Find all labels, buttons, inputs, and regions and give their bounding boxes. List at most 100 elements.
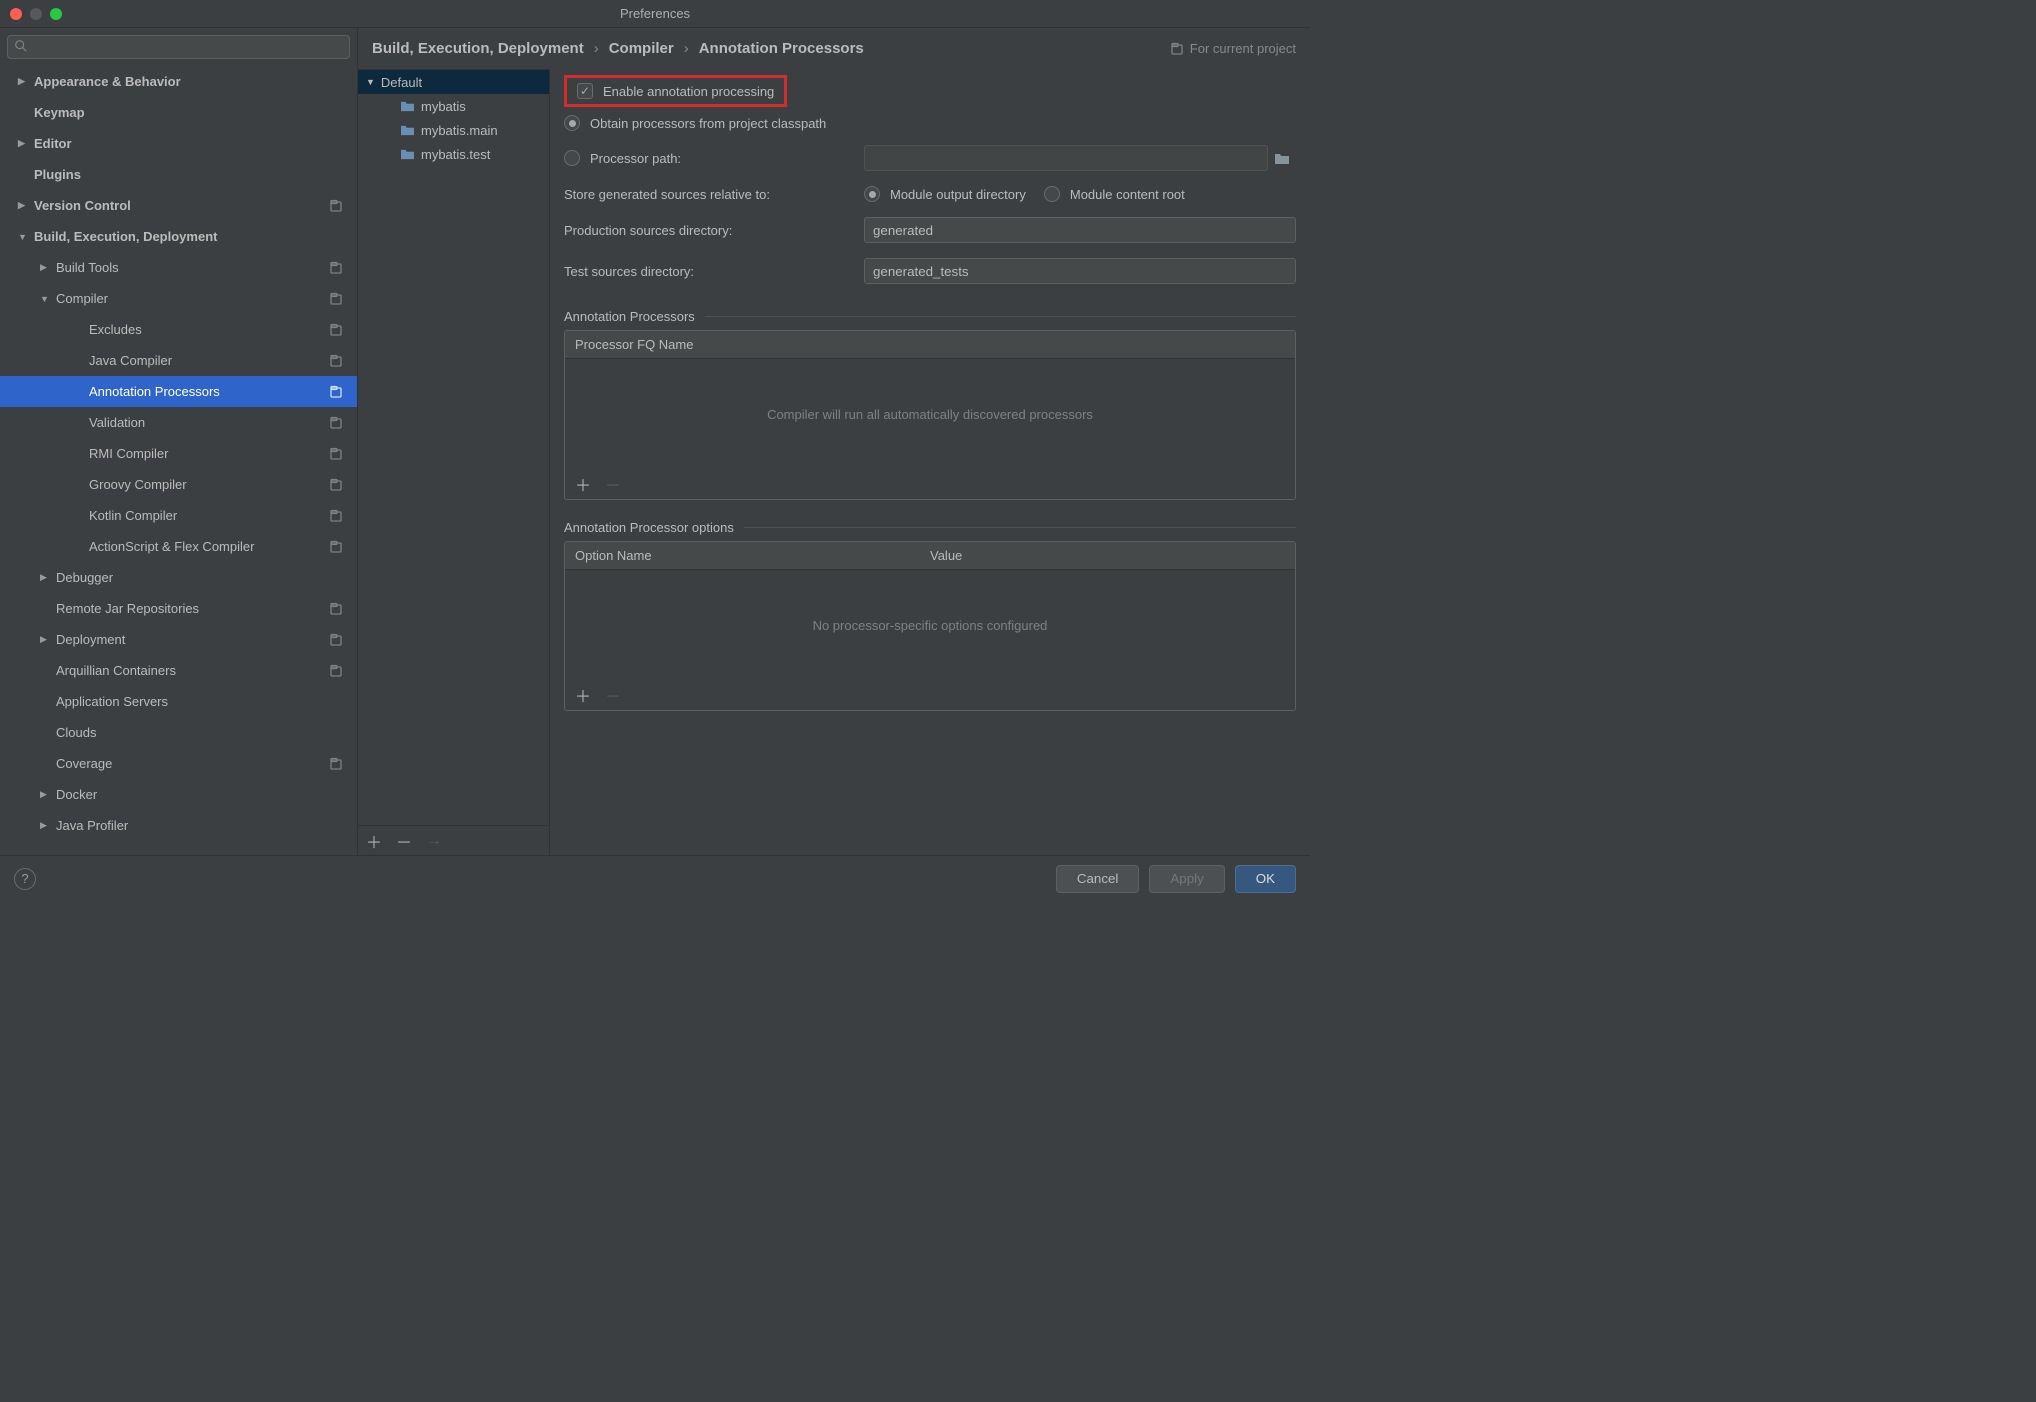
tree-item-docker[interactable]: ▶Docker	[0, 779, 357, 810]
tree-item-coverage[interactable]: Coverage	[0, 748, 357, 779]
module-mybatis-test[interactable]: mybatis.test	[358, 142, 549, 166]
profile-default[interactable]: ▼ Default	[358, 70, 549, 94]
tree-item-label: Deployment	[56, 632, 125, 647]
tree-item-kotlin-compiler[interactable]: Kotlin Compiler	[0, 500, 357, 531]
enable-annotation-processing-checkbox[interactable]: Enable annotation processing	[577, 83, 774, 99]
add-processor-button[interactable]: ＋	[575, 472, 591, 496]
move-profile-button: →	[426, 832, 442, 850]
apply-button[interactable]: Apply	[1149, 865, 1224, 893]
project-scope-icon	[329, 385, 343, 399]
add-option-button[interactable]: ＋	[575, 683, 591, 707]
tree-item-label: Kotlin Compiler	[89, 508, 177, 523]
chevron-down-icon: ▼	[366, 77, 375, 87]
processor-path-radio[interactable]: Processor path:	[564, 150, 864, 166]
tree-item-application-servers[interactable]: Application Servers	[0, 686, 357, 717]
breadcrumb-separator: ›	[594, 40, 599, 57]
tree-item-build-execution-deployment[interactable]: ▼Build, Execution, Deployment	[0, 221, 357, 252]
profile-panel: ▼ Default mybatis mybatis.main mybatis.tes…	[358, 69, 550, 855]
production-dir-input[interactable]	[864, 217, 1296, 243]
tree-item-validation[interactable]: Validation	[0, 407, 357, 438]
tree-arrow-icon: ▶	[40, 572, 50, 583]
col-option-name[interactable]: Option Name	[575, 548, 930, 563]
project-scope-icon	[329, 664, 343, 678]
module-mybatis-main[interactable]: mybatis.main	[358, 118, 549, 142]
processors-table: Processor FQ Name Compiler will run all …	[564, 330, 1296, 500]
tree-item-build-tools[interactable]: ▶ Build Tools	[0, 252, 357, 283]
minimize-window-button[interactable]	[30, 8, 42, 20]
project-scope-hint: For current project	[1170, 41, 1296, 56]
add-profile-button[interactable]: ＋	[366, 829, 382, 853]
tree-item-label: Application Servers	[56, 694, 168, 709]
col-processor-name[interactable]: Processor FQ Name	[575, 337, 1285, 352]
module-content-radio[interactable]: Module content root	[1044, 186, 1185, 202]
tree-item-label: Build Tools	[56, 260, 119, 275]
tree-item-label: Annotation Processors	[89, 384, 220, 399]
production-dir-label: Production sources directory:	[564, 223, 864, 238]
tree-arrow-icon: ▶	[40, 262, 50, 273]
project-scope-icon	[329, 478, 343, 492]
project-scope-icon	[329, 354, 343, 368]
breadcrumb-item: Annotation Processors	[699, 40, 864, 57]
tree-item-actionscript-flex-compiler[interactable]: ActionScript & Flex Compiler	[0, 531, 357, 562]
tree-item-label: Coverage	[56, 756, 112, 771]
module-output-radio[interactable]: Module output directory	[864, 186, 1026, 202]
tree-item-remote-jar-repositories[interactable]: Remote Jar Repositories	[0, 593, 357, 624]
options-table: Option Name Value No processor-specific …	[564, 541, 1296, 711]
tree-item-groovy-compiler[interactable]: Groovy Compiler	[0, 469, 357, 500]
tree-arrow-icon: ▶	[40, 634, 50, 645]
tree-item-debugger[interactable]: ▶Debugger	[0, 562, 357, 593]
breadcrumb-item[interactable]: Build, Execution, Deployment	[372, 40, 584, 57]
tree-item-clouds[interactable]: Clouds	[0, 717, 357, 748]
maximize-window-button[interactable]	[50, 8, 62, 20]
cancel-button[interactable]: Cancel	[1056, 865, 1140, 893]
tree-arrow-icon: ▶	[18, 200, 28, 211]
test-dir-input[interactable]	[864, 258, 1296, 284]
processors-empty-text: Compiler will run all automatically disc…	[565, 359, 1295, 469]
project-scope-icon	[329, 633, 343, 647]
radio-icon	[564, 115, 580, 131]
tree-item-keymap[interactable]: Keymap	[0, 97, 357, 128]
breadcrumb-item[interactable]: Compiler	[609, 40, 674, 57]
obtain-from-classpath-radio[interactable]: Obtain processors from project classpath	[564, 115, 1296, 131]
search-icon	[14, 39, 28, 53]
processor-path-input[interactable]	[864, 145, 1268, 171]
col-option-value[interactable]: Value	[930, 548, 1285, 563]
tree-item-excludes[interactable]: Excludes	[0, 314, 357, 345]
tree-item-compiler[interactable]: ▼Compiler	[0, 283, 357, 314]
options-empty-text: No processor-specific options configured	[565, 570, 1295, 680]
help-button[interactable]: ?	[14, 868, 36, 890]
tree-item-annotation-processors[interactable]: Annotation Processors	[0, 376, 357, 407]
project-scope-icon	[329, 540, 343, 554]
module-mybatis[interactable]: mybatis	[358, 94, 549, 118]
tree-item-label: Java Compiler	[89, 353, 172, 368]
tree-item-label: Clouds	[56, 725, 96, 740]
tree-item-appearance-behavior[interactable]: ▶Appearance & Behavior	[0, 66, 357, 97]
tree-item-plugins[interactable]: Plugins	[0, 159, 357, 190]
tree-item-editor[interactable]: ▶Editor	[0, 128, 357, 159]
tree-item-deployment[interactable]: ▶ Deployment	[0, 624, 357, 655]
tree-item-version-control[interactable]: ▶Version Control	[0, 190, 357, 221]
window-title: Preferences	[620, 6, 690, 21]
ok-button[interactable]: OK	[1235, 865, 1296, 893]
search-input[interactable]	[7, 35, 350, 59]
tree-arrow-icon: ▶	[18, 76, 28, 87]
tree-arrow-icon: ▼	[18, 232, 28, 242]
tree-arrow-icon: ▶	[40, 820, 50, 831]
project-scope-icon	[329, 261, 343, 275]
divider	[705, 316, 1296, 317]
divider	[744, 527, 1296, 528]
module-label: mybatis.main	[421, 123, 498, 138]
tree-item-label: Remote Jar Repositories	[56, 601, 199, 616]
project-scope-icon	[329, 199, 343, 213]
browse-folder-icon[interactable]	[1268, 145, 1296, 171]
tree-item-label: Docker	[56, 787, 97, 802]
project-scope-icon	[329, 292, 343, 306]
tree-item-java-compiler[interactable]: Java Compiler	[0, 345, 357, 376]
tree-item-label: Groovy Compiler	[89, 477, 187, 492]
tree-item-java-profiler[interactable]: ▶Java Profiler	[0, 810, 357, 841]
tree-item-rmi-compiler[interactable]: RMI Compiler	[0, 438, 357, 469]
tree-item-arquillian-containers[interactable]: Arquillian Containers	[0, 655, 357, 686]
close-window-button[interactable]	[10, 8, 22, 20]
project-scope-icon	[329, 416, 343, 430]
remove-profile-button[interactable]: －	[396, 829, 412, 853]
